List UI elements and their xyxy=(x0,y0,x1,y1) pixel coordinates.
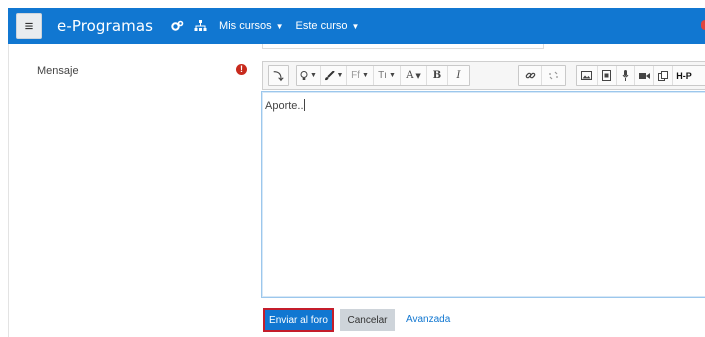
chevron-down-icon: ▼ xyxy=(415,71,421,80)
bold-icon: B xyxy=(432,70,442,81)
font-family-icon: Ff xyxy=(351,70,360,81)
h5p-button[interactable]: H-P xyxy=(673,66,705,85)
font-size-icon: Tı xyxy=(378,70,387,81)
message-label: Mensaje xyxy=(37,65,79,77)
record-audio-button[interactable] xyxy=(617,66,635,85)
bold-button[interactable]: B xyxy=(427,66,448,85)
subject-field-bottom[interactable] xyxy=(262,44,544,49)
menu-este-curso-label: Este curso xyxy=(295,20,348,32)
editor-toolbar: ⤵ ▼ ▼ Ff ▼ Tı ▼ A ▼ B I H-P xyxy=(262,61,705,90)
record-video-button[interactable] xyxy=(635,66,655,85)
menu-mis-cursos[interactable]: Mis cursos ▼ xyxy=(219,20,283,32)
copy-icon xyxy=(658,70,669,81)
hamburger-menu-button[interactable]: ≡ xyxy=(16,13,42,39)
toolbar-group-collapse: ⤵ xyxy=(268,65,289,86)
required-mark: ! xyxy=(240,64,243,74)
unlink-button[interactable] xyxy=(542,66,565,85)
notification-icon[interactable] xyxy=(701,20,705,30)
toolbar-group-style: ▼ ▼ Ff ▼ Tı ▼ A ▼ B I xyxy=(296,65,470,86)
chevron-down-icon: ▼ xyxy=(361,72,369,79)
chevron-down-icon: ▼ xyxy=(275,21,284,31)
cogs-icon[interactable] xyxy=(171,20,184,32)
submit-post-button[interactable]: Enviar al foro xyxy=(263,308,334,332)
chevron-down-icon: ▼ xyxy=(310,72,317,79)
message-editor[interactable]: Aporte.. xyxy=(261,91,705,298)
font-size-button[interactable]: Tı ▼ xyxy=(374,66,401,85)
top-navbar: ≡ e-Programas Mis cursos ▼ Este curso ▼ xyxy=(8,8,705,44)
cancel-button[interactable]: Cancelar xyxy=(340,309,395,331)
hamburger-icon: ≡ xyxy=(24,17,34,35)
content-left-border xyxy=(8,44,9,337)
toolbar-group-links xyxy=(518,65,566,86)
lightbulb-icon xyxy=(300,70,308,80)
submit-post-label: Enviar al foro xyxy=(269,314,328,326)
unlink-icon xyxy=(549,71,558,80)
editor-text: Aporte.. xyxy=(265,100,304,112)
collapse-toolbar-button[interactable]: ⤵ xyxy=(269,66,288,85)
menu-este-curso[interactable]: Este curso ▼ xyxy=(296,20,360,32)
chevron-down-icon: ▼ xyxy=(351,21,360,31)
italic-icon: I xyxy=(456,70,461,81)
editor-content[interactable]: Aporte.. xyxy=(265,99,305,112)
chevron-down-icon: ▼ xyxy=(388,72,396,79)
font-color-button[interactable]: A ▼ xyxy=(401,66,427,85)
lightbulb-button[interactable]: ▼ xyxy=(297,66,321,85)
chevron-down-icon: ▼ xyxy=(336,72,344,79)
cancel-label: Cancelar xyxy=(347,314,388,326)
paint-brush-icon xyxy=(324,70,335,80)
collapse-icon: ⤵ xyxy=(273,72,284,83)
site-brand[interactable]: e-Programas xyxy=(57,17,153,35)
italic-button[interactable]: I xyxy=(448,66,469,85)
manage-files-button[interactable] xyxy=(654,66,674,85)
toolbar-group-media: H-P xyxy=(576,65,705,86)
image-icon xyxy=(581,71,593,80)
advanced-link[interactable]: Avanzada xyxy=(406,314,450,325)
paint-brush-button[interactable]: ▼ xyxy=(321,66,347,85)
media-button[interactable] xyxy=(598,66,617,85)
video-camera-icon xyxy=(638,72,650,79)
h5p-icon: H-P xyxy=(676,70,692,81)
font-family-button[interactable]: Ff ▼ xyxy=(347,66,374,85)
menu-mis-cursos-label: Mis cursos xyxy=(219,20,272,32)
image-button[interactable] xyxy=(577,66,598,85)
text-cursor xyxy=(303,99,305,111)
required-icon: ! xyxy=(236,64,247,75)
file-icon xyxy=(602,70,612,81)
link-icon xyxy=(525,72,535,79)
link-button[interactable] xyxy=(519,66,542,85)
sitemap-icon[interactable] xyxy=(194,20,207,32)
microphone-icon xyxy=(622,70,629,81)
font-color-icon: A xyxy=(406,70,414,81)
